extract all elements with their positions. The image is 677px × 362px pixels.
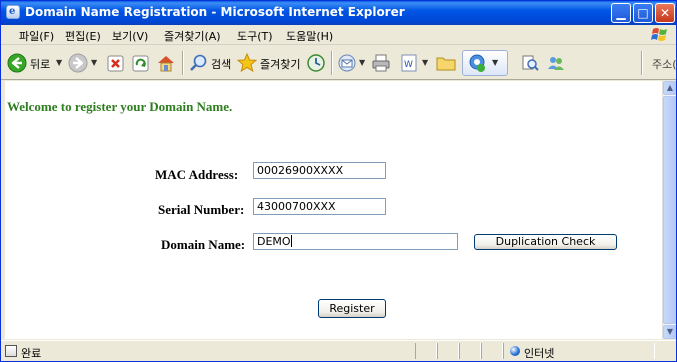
stop-icon[interactable] <box>106 53 126 73</box>
messenger-dropdown-icon: ▼ <box>492 58 499 67</box>
window-title: Domain Name Registration - Microsoft Int… <box>25 5 405 19</box>
scroll-thumb[interactable] <box>663 96 676 324</box>
menu-file[interactable]: 파일(F) <box>19 28 54 44</box>
mail-icon[interactable] <box>337 53 357 73</box>
status-text: 완료 <box>21 347 42 360</box>
browser-window: e Domain Name Registration - Microsoft I… <box>0 0 677 362</box>
toolbar-separator <box>331 51 333 75</box>
internet-globe-icon <box>510 346 520 356</box>
forward-dropdown-icon[interactable]: ▼ <box>91 58 97 67</box>
mac-address-input[interactable]: 00026900XXXX <box>253 162 386 179</box>
domain-name-input[interactable]: DEMO <box>253 233 458 250</box>
edit-dropdown-icon[interactable]: ▼ <box>422 58 428 67</box>
svg-text:W: W <box>404 60 413 70</box>
domain-name-value: DEMO <box>257 235 291 248</box>
toolbar-separator <box>641 51 643 75</box>
search-icon[interactable] <box>189 53 209 73</box>
maximize-button[interactable]: □ <box>633 3 653 23</box>
mac-address-label: MAC Address: <box>155 167 239 182</box>
page-content: Welcome to register your Domain Name. MA… <box>5 81 662 339</box>
menu-bar: 파일(F) 편집(E) 보기(V) 즐겨찾기(A) 도구(T) 도움말(H) <box>1 25 676 45</box>
status-pane <box>481 343 503 359</box>
page-done-icon <box>5 345 17 357</box>
menu-tools[interactable]: 도구(T) <box>237 28 273 44</box>
toolbar-separator <box>182 51 184 75</box>
minimize-button[interactable]: ▁ <box>611 3 631 23</box>
menu-help[interactable]: 도움말(H) <box>286 28 333 44</box>
messenger-button[interactable]: ▼ <box>462 50 508 76</box>
menu-edit[interactable]: 편집(E) <box>65 28 101 44</box>
text-caret <box>290 235 292 247</box>
research-icon[interactable] <box>520 53 540 73</box>
home-icon[interactable] <box>156 53 176 73</box>
menu-favorites[interactable]: 즐겨찾기(A) <box>164 28 221 44</box>
scroll-up-arrow-icon[interactable]: ▲ <box>663 81 676 95</box>
security-zone-label: 인터넷 <box>524 347 555 360</box>
status-bar: 완료 인터넷 <box>1 340 676 361</box>
domain-name-label: Domain Name: <box>161 237 246 252</box>
serial-number-input[interactable]: 43000700XXX <box>253 198 386 215</box>
favorites-label[interactable]: 즐겨찾기 <box>260 56 300 72</box>
windows-logo-icon <box>651 28 667 41</box>
vertical-scrollbar[interactable]: ▲ ▼ <box>662 81 676 339</box>
title-bar[interactable]: e Domain Name Registration - Microsoft I… <box>1 1 676 25</box>
search-label[interactable]: 검색 <box>211 56 231 72</box>
contacts-icon[interactable] <box>546 53 566 73</box>
register-button[interactable]: Register <box>318 299 386 318</box>
address-label: 주소(D) <box>652 58 677 71</box>
forward-arrow-icon[interactable] <box>68 53 88 73</box>
status-pane <box>459 343 481 359</box>
folder-icon[interactable] <box>436 53 456 73</box>
print-icon[interactable] <box>371 53 391 73</box>
serial-number-label: Serial Number: <box>158 202 245 217</box>
favorites-star-icon[interactable] <box>237 53 257 73</box>
ie-app-icon: e <box>6 5 20 19</box>
word-edit-icon[interactable]: W <box>399 53 419 73</box>
toolbar: 뒤로 ▼ ▼ 검색 즐겨찾기 ▼ W ▼ ▼ 주소( <box>1 45 676 80</box>
duplication-check-button[interactable]: Duplication Check <box>474 234 617 250</box>
status-pane <box>437 343 459 359</box>
welcome-heading: Welcome to register your Domain Name. <box>7 99 233 114</box>
status-pane <box>415 343 437 359</box>
back-dropdown-icon[interactable]: ▼ <box>56 58 62 67</box>
history-icon[interactable] <box>306 53 326 73</box>
mail-dropdown-icon[interactable]: ▼ <box>359 58 365 67</box>
back-arrow-icon[interactable] <box>7 53 27 73</box>
back-label[interactable]: 뒤로 <box>30 56 50 72</box>
scroll-down-arrow-icon[interactable]: ▼ <box>663 325 676 339</box>
refresh-icon[interactable] <box>131 53 151 73</box>
menu-view[interactable]: 보기(V) <box>112 28 148 44</box>
close-button[interactable]: ✕ <box>655 3 675 23</box>
messenger-icon <box>469 54 485 72</box>
